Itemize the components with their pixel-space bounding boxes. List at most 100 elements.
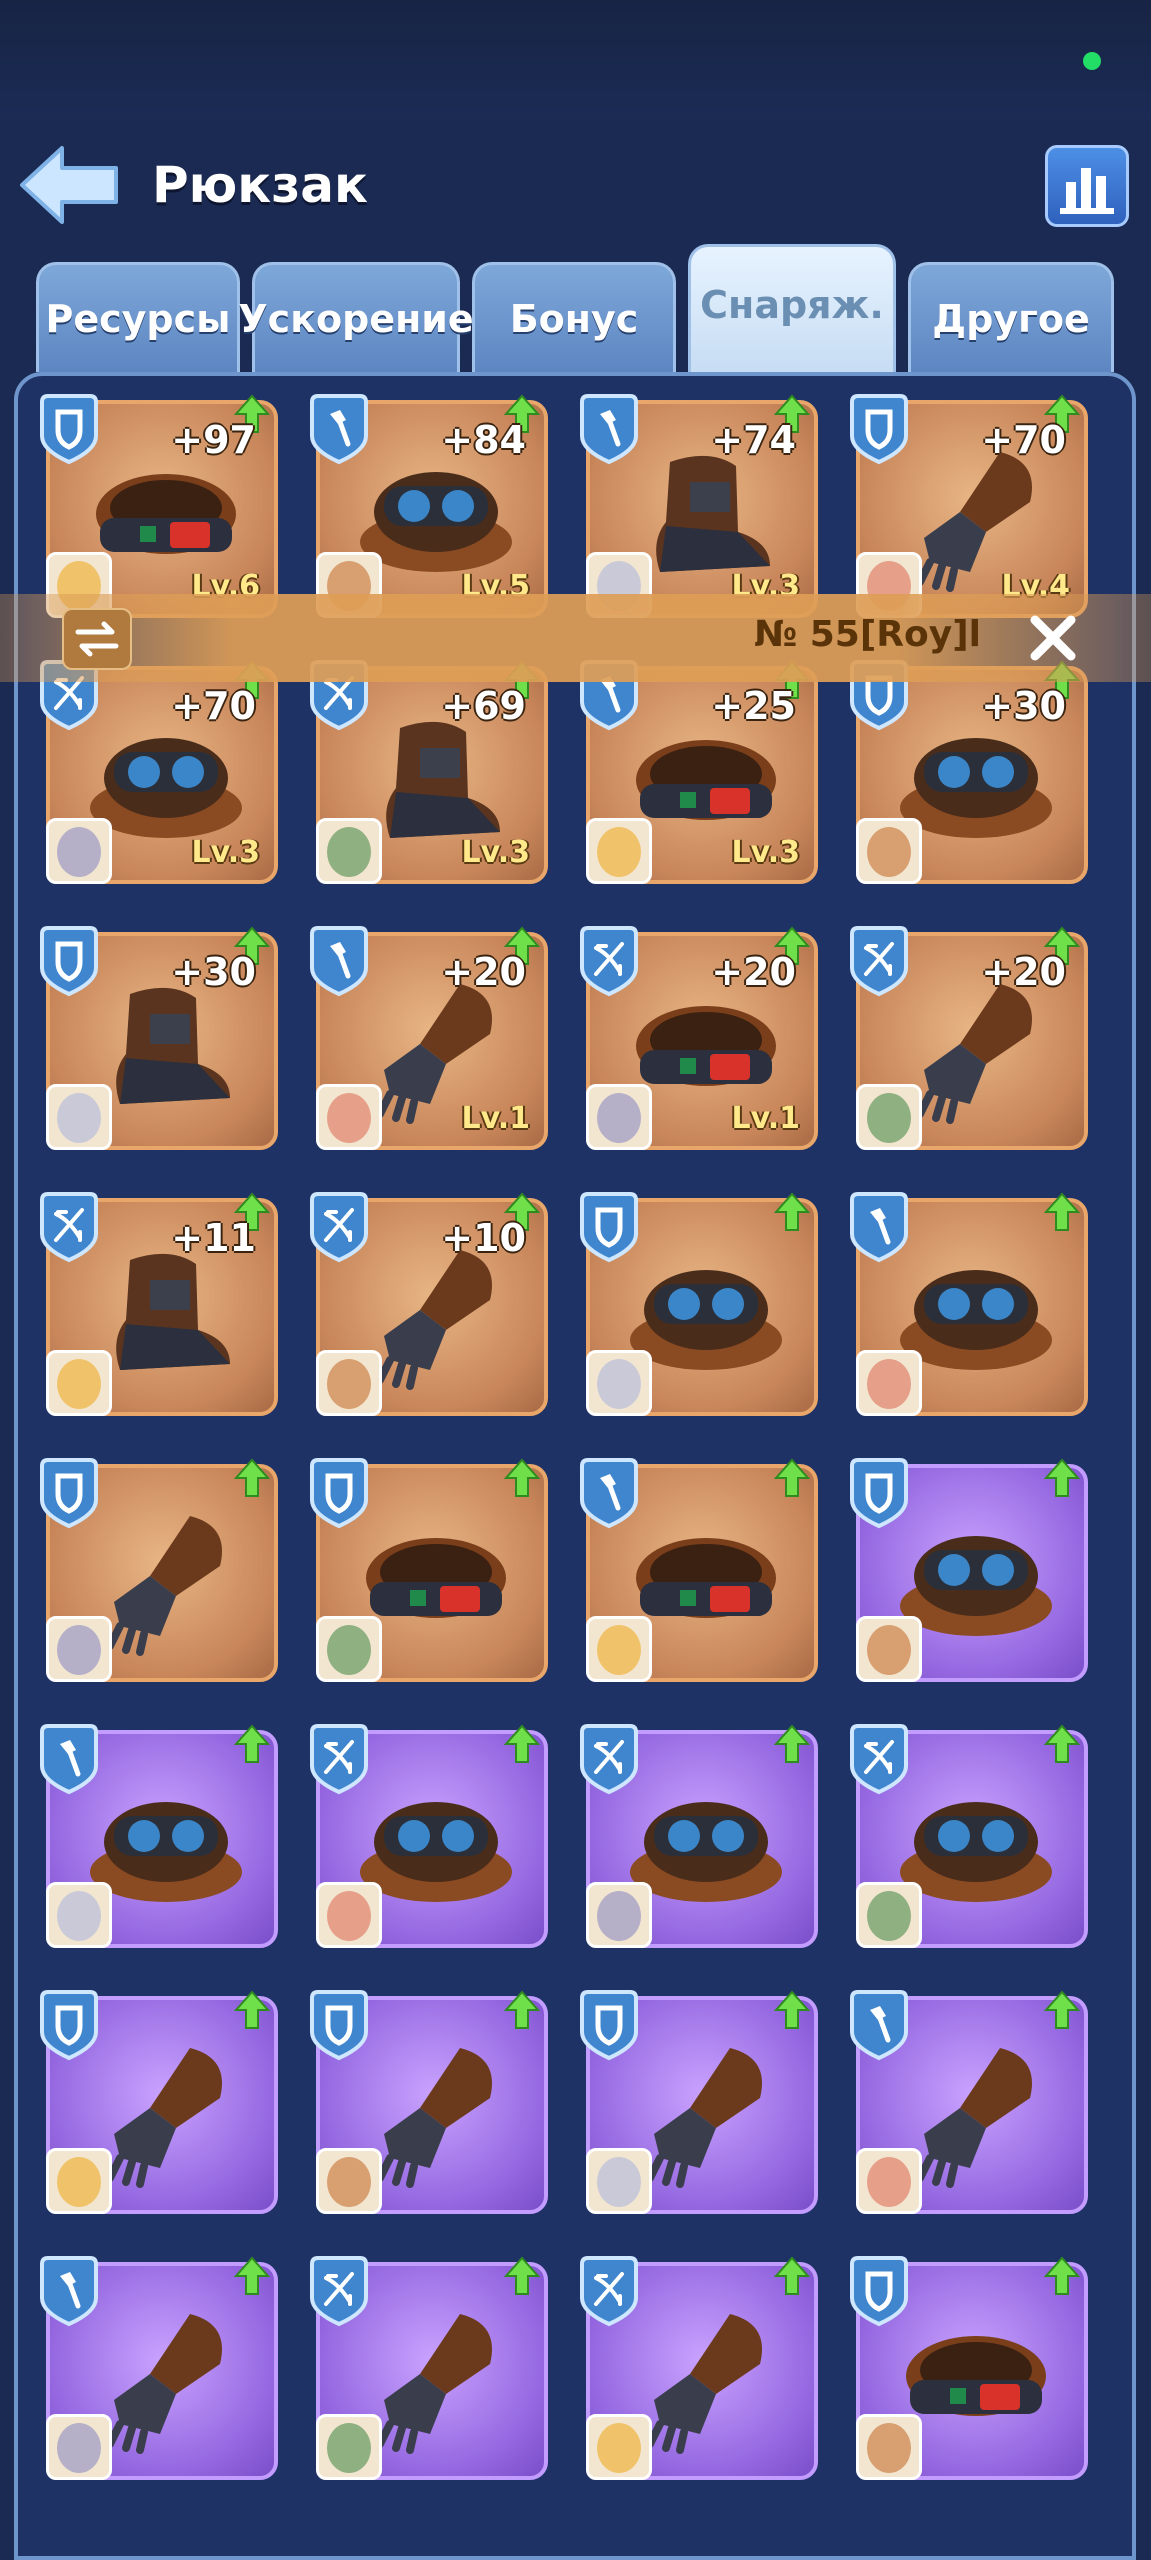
equipment-card[interactable]: +97 Lv.6 bbox=[40, 394, 278, 618]
equipment-card[interactable]: +20 Lv.1 bbox=[310, 926, 548, 1150]
hero-face-icon bbox=[597, 2423, 641, 2473]
equipment-card[interactable] bbox=[850, 1990, 1088, 2214]
tab-other[interactable]: Другое bbox=[908, 262, 1114, 372]
tab-label: Бонус bbox=[509, 296, 639, 341]
equipment-card[interactable] bbox=[580, 1990, 818, 2214]
equipment-card[interactable]: +11 bbox=[40, 1192, 278, 1416]
shield-badge-icon bbox=[846, 1456, 912, 1530]
bonus-value: +70 bbox=[981, 418, 1066, 462]
bonus-value: +74 bbox=[711, 418, 796, 462]
equipment-card[interactable] bbox=[40, 2256, 278, 2480]
tab-equipment[interactable]: Снаряж. bbox=[688, 244, 896, 372]
equipment-card[interactable] bbox=[310, 1458, 548, 1682]
hero-face-icon bbox=[597, 1891, 641, 1941]
shield-badge-icon bbox=[36, 1456, 102, 1530]
hero-face-icon bbox=[57, 1625, 101, 1675]
tab-resources[interactable]: Ресурсы bbox=[36, 262, 240, 372]
hero-face-icon bbox=[597, 1625, 641, 1675]
upgrade-arrow-icon bbox=[773, 2256, 811, 2296]
close-button[interactable] bbox=[1025, 610, 1081, 666]
equipment-card[interactable] bbox=[40, 1458, 278, 1682]
hero-avatar bbox=[586, 1084, 652, 1150]
level-label: Lv.3 bbox=[191, 835, 261, 870]
hero-face-icon bbox=[597, 1359, 641, 1409]
equipment-card[interactable]: +20 bbox=[850, 926, 1088, 1150]
hero-face-icon bbox=[327, 1891, 371, 1941]
hero-face-icon bbox=[867, 2157, 911, 2207]
equipment-card[interactable] bbox=[40, 1990, 278, 2214]
shovel-badge-icon bbox=[576, 392, 642, 466]
equipment-card[interactable] bbox=[580, 1458, 818, 1682]
equipment-card[interactable] bbox=[850, 1724, 1088, 1948]
close-icon bbox=[1030, 615, 1076, 661]
tab-speedup[interactable]: Ускорение bbox=[238, 262, 474, 372]
hero-avatar bbox=[856, 1882, 922, 1948]
hero-avatar bbox=[856, 818, 922, 884]
upgrade-arrow-icon bbox=[773, 1458, 811, 1498]
crossbow-badge-icon bbox=[846, 1722, 912, 1796]
level-label: Lv.1 bbox=[731, 1101, 801, 1136]
upgrade-arrow-icon bbox=[1043, 2256, 1081, 2296]
hero-avatar bbox=[46, 1350, 112, 1416]
equipment-card[interactable]: +20 Lv.1 bbox=[580, 926, 818, 1150]
crossbow-badge-icon bbox=[576, 924, 642, 998]
upgrade-arrow-icon bbox=[233, 1990, 271, 2030]
equipment-card[interactable]: +69 Lv.3 bbox=[310, 660, 548, 884]
bonus-value: +30 bbox=[981, 684, 1066, 728]
hero-avatar bbox=[856, 1350, 922, 1416]
equipment-card[interactable] bbox=[310, 2256, 548, 2480]
equipment-card[interactable] bbox=[850, 1192, 1088, 1416]
hero-avatar bbox=[586, 1616, 652, 1682]
equipment-card[interactable] bbox=[310, 1724, 548, 1948]
back-button[interactable] bbox=[14, 140, 124, 230]
tab-bar: Ресурсы Ускорение Бонус Снаряж. Другое bbox=[36, 244, 1116, 372]
hero-face-icon bbox=[57, 1891, 101, 1941]
tab-label: Ресурсы bbox=[45, 296, 231, 341]
crossbow-badge-icon bbox=[846, 924, 912, 998]
hero-face-icon bbox=[867, 1891, 911, 1941]
hero-avatar bbox=[586, 1882, 652, 1948]
equipment-card[interactable]: +30 bbox=[40, 926, 278, 1150]
upgrade-arrow-icon bbox=[503, 2256, 541, 2296]
equipment-card[interactable] bbox=[580, 2256, 818, 2480]
hero-face-icon bbox=[327, 1093, 371, 1143]
equipment-card[interactable]: +25 Lv.3 bbox=[580, 660, 818, 884]
equipment-card[interactable]: +84 Lv.5 bbox=[310, 394, 548, 618]
bonus-value: +20 bbox=[981, 950, 1066, 994]
status-indicator-dot bbox=[1083, 52, 1101, 70]
swap-button[interactable] bbox=[62, 608, 132, 670]
crossbow-badge-icon bbox=[576, 1722, 642, 1796]
equipment-card[interactable] bbox=[40, 1724, 278, 1948]
hero-avatar bbox=[46, 2414, 112, 2480]
upgrade-arrow-icon bbox=[233, 1724, 271, 1764]
crossbow-badge-icon bbox=[576, 2254, 642, 2328]
hero-face-icon bbox=[597, 827, 641, 877]
status-bar bbox=[0, 0, 1151, 120]
crossbow-badge-icon bbox=[306, 1190, 372, 1264]
bonus-value: +20 bbox=[441, 950, 526, 994]
equipment-card[interactable]: +70 Lv.3 bbox=[40, 660, 278, 884]
hero-face-icon bbox=[327, 1359, 371, 1409]
equipment-card[interactable]: +30 bbox=[850, 660, 1088, 884]
hero-avatar bbox=[46, 818, 112, 884]
header: Рюкзак bbox=[0, 120, 1151, 250]
equipment-card[interactable]: +74 Lv.3 bbox=[580, 394, 818, 618]
crossbow-badge-icon bbox=[306, 2254, 372, 2328]
hero-avatar bbox=[46, 1616, 112, 1682]
equipment-card[interactable]: +70 Lv.4 bbox=[850, 394, 1088, 618]
equipment-card[interactable] bbox=[580, 1192, 818, 1416]
equipment-card[interactable] bbox=[580, 1724, 818, 1948]
stats-button[interactable] bbox=[1045, 145, 1129, 227]
tab-bonus[interactable]: Бонус bbox=[472, 262, 676, 372]
upgrade-arrow-icon bbox=[503, 1990, 541, 2030]
equipment-card[interactable] bbox=[850, 2256, 1088, 2480]
equipment-card[interactable] bbox=[310, 1990, 548, 2214]
upgrade-arrow-icon bbox=[1043, 1192, 1081, 1232]
hero-face-icon bbox=[327, 2423, 371, 2473]
equipment-card[interactable]: +10 bbox=[310, 1192, 548, 1416]
shovel-badge-icon bbox=[306, 392, 372, 466]
hero-avatar bbox=[316, 1882, 382, 1948]
shield-badge-icon bbox=[576, 1190, 642, 1264]
equipment-card[interactable] bbox=[850, 1458, 1088, 1682]
bonus-value: +69 bbox=[441, 684, 526, 728]
